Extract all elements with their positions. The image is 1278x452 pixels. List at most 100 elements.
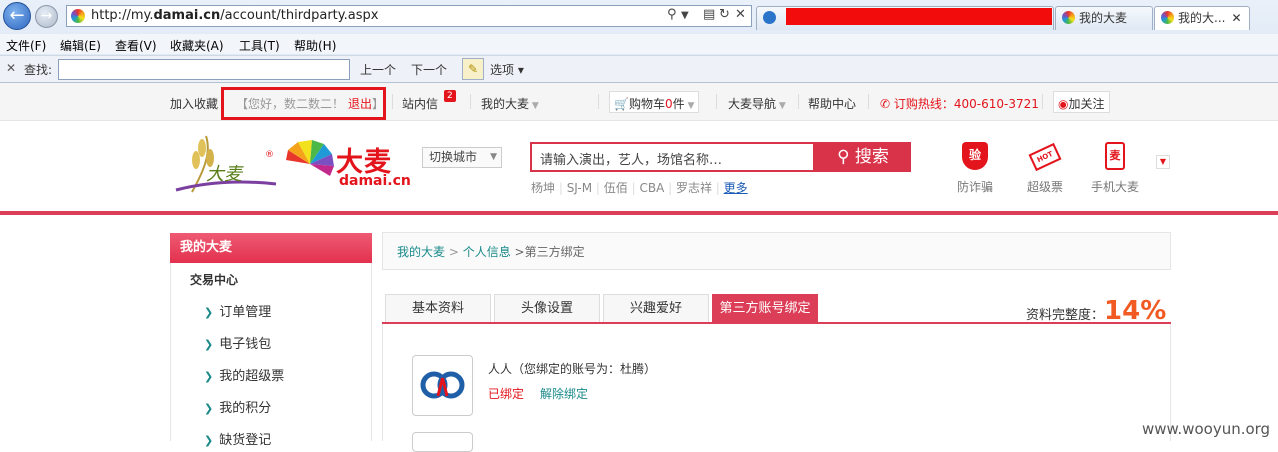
next-provider-logo bbox=[412, 432, 473, 452]
hot-term[interactable]: 杨坤 bbox=[531, 181, 555, 195]
messages-link[interactable]: 站内信 bbox=[402, 95, 438, 112]
hot-term[interactable]: SJ-M bbox=[567, 181, 592, 195]
find-options-button[interactable]: 选项 ▾ bbox=[490, 61, 524, 78]
search-input[interactable]: 请输入演出，艺人，场馆名称… bbox=[530, 142, 815, 172]
chevron-down-icon: ▼ bbox=[776, 101, 786, 111]
sidebar-title[interactable]: 我的大麦 bbox=[170, 233, 372, 263]
divider: | bbox=[711, 181, 724, 195]
back-button[interactable]: ← bbox=[3, 2, 31, 30]
help-link[interactable]: 帮助中心 bbox=[808, 95, 856, 112]
divider bbox=[716, 94, 717, 109]
phone-icon-glyph: 麦 bbox=[1105, 142, 1125, 170]
anti-fraud-link[interactable]: 验防诈骗 bbox=[945, 140, 1005, 195]
hot-term[interactable]: 罗志祥 bbox=[676, 181, 712, 195]
tab-my-damai-active[interactable]: 我的大... ✕ bbox=[1154, 6, 1250, 30]
brand-en: damai.cn bbox=[339, 173, 411, 189]
menu-help[interactable]: 帮助(H) bbox=[294, 37, 336, 54]
cart-button[interactable]: 🛒购物车0件 ▼ bbox=[609, 91, 700, 113]
divider: | bbox=[555, 181, 567, 195]
renren-icon bbox=[420, 371, 465, 399]
registered-mark: ® bbox=[265, 150, 274, 160]
header-divider bbox=[0, 211, 1278, 215]
menu-view[interactable]: 查看(V) bbox=[115, 37, 157, 54]
divider: | bbox=[664, 181, 676, 195]
bookmark-link[interactable]: 加入收藏 bbox=[170, 95, 218, 112]
menu-file[interactable]: 文件(F) bbox=[6, 37, 46, 54]
search-button[interactable]: ⚲ 搜索 bbox=[815, 142, 911, 172]
sidebar-item-orders[interactable]: ❯ 订单管理 bbox=[204, 301, 271, 320]
phone-icon: ✆ bbox=[880, 97, 891, 111]
tab-basic-info[interactable]: 基本资料 bbox=[385, 294, 491, 323]
tab-my-damai[interactable]: 我的大麦 bbox=[1055, 6, 1153, 30]
chevron-right-icon: ❯ bbox=[204, 338, 214, 351]
super-ticket-link[interactable]: HOT 超级票 bbox=[1015, 140, 1075, 195]
breadcrumb-profile[interactable]: 个人信息 bbox=[463, 245, 511, 259]
compat-view-icon[interactable]: ▤ bbox=[703, 7, 715, 22]
chevron-down-icon: ▼ bbox=[490, 152, 497, 162]
divider bbox=[392, 94, 393, 109]
service-label: 手机大麦 bbox=[1090, 180, 1139, 194]
city-switch-button[interactable]: 切换城市 ▼ bbox=[422, 147, 502, 168]
divider bbox=[470, 94, 471, 109]
refresh-icon[interactable]: ↻ bbox=[719, 7, 730, 22]
search-icon[interactable]: ⚲ bbox=[667, 7, 677, 22]
sidebar-item-super-ticket[interactable]: ❯ 我的超级票 bbox=[204, 365, 284, 384]
follow-button[interactable]: ◉加关注 bbox=[1053, 91, 1110, 113]
find-next-button[interactable]: 下一个 bbox=[411, 61, 447, 78]
more-link[interactable]: 更多 bbox=[724, 181, 748, 195]
tab-interests[interactable]: 兴趣爱好 bbox=[603, 294, 709, 323]
binding-status: 已绑定 bbox=[488, 387, 525, 401]
site-nav-menu[interactable]: 大麦导航 ▼ bbox=[728, 95, 786, 112]
message-count-badge: 2 bbox=[444, 90, 456, 102]
chevron-right-icon: ❯ bbox=[204, 402, 214, 415]
menu-edit[interactable]: 编辑(E) bbox=[60, 37, 101, 54]
unbind-link[interactable]: 解除绑定 bbox=[540, 385, 588, 402]
sidebar-item-points[interactable]: ❯ 我的积分 bbox=[204, 397, 271, 416]
address-bar[interactable]: http://my.damai.cn/account/thirdparty.as… bbox=[66, 5, 752, 27]
my-damai-label: 我的大麦 bbox=[481, 97, 530, 111]
stop-icon[interactable]: ✕ bbox=[735, 7, 746, 22]
site-favicon-icon bbox=[71, 9, 85, 23]
find-options-label: 选项 bbox=[490, 63, 515, 77]
profile-completion: 资料完整度：14% bbox=[1026, 296, 1166, 326]
find-prev-button[interactable]: 上一个 bbox=[360, 61, 396, 78]
tab-label: 我的大麦 bbox=[1079, 11, 1128, 25]
hotline-text: 订购热线：400-610-3721 bbox=[893, 97, 1039, 111]
hot-term[interactable]: CBA bbox=[639, 181, 664, 195]
service-label: 防诈骗 bbox=[956, 180, 993, 194]
close-tab-icon[interactable]: ✕ bbox=[1231, 11, 1241, 25]
weibo-icon: ◉ bbox=[1058, 97, 1069, 111]
menu-favorites[interactable]: 收藏夹(A) bbox=[170, 37, 224, 54]
sidebar-item-backorder[interactable]: ❯ 缺货登记 bbox=[204, 429, 271, 448]
search-button-label: 搜索 bbox=[854, 147, 889, 167]
close-find-icon[interactable]: ✕ bbox=[6, 61, 16, 75]
cart-count: 0 bbox=[664, 97, 673, 111]
ticket-icon-glyph: HOT bbox=[1028, 142, 1062, 172]
breadcrumb-home[interactable]: 我的大麦 bbox=[397, 245, 445, 259]
tab-avatar[interactable]: 头像设置 bbox=[494, 294, 600, 323]
menu-tools[interactable]: 工具(T) bbox=[239, 37, 280, 54]
tab-third-party[interactable]: 第三方账号绑定 bbox=[712, 294, 818, 323]
search-placeholder: 请输入演出，艺人，场馆名称… bbox=[540, 153, 723, 168]
watermark: www.wooyun.org bbox=[1142, 420, 1271, 438]
phone-icon: 麦 bbox=[1101, 140, 1129, 170]
chevron-down-icon: ▼ bbox=[684, 101, 695, 111]
redaction-bar bbox=[786, 8, 1052, 25]
mobile-damai-link[interactable]: 麦手机大麦 bbox=[1085, 140, 1145, 195]
wheat-logo-icon: 大麦 bbox=[175, 135, 277, 193]
find-input[interactable] bbox=[58, 59, 350, 80]
damai-favicon-icon bbox=[1161, 11, 1174, 24]
my-damai-menu[interactable]: 我的大麦 ▼ bbox=[481, 95, 539, 112]
chevron-down-icon[interactable]: ▼ bbox=[1156, 155, 1170, 169]
cart-unit: 件 bbox=[672, 97, 685, 111]
tab-label: 我的大... bbox=[1178, 11, 1226, 25]
sidebar-item-label: 电子钱包 bbox=[219, 337, 272, 352]
dropdown-icon[interactable]: ▼ bbox=[681, 10, 689, 21]
forward-button[interactable]: → bbox=[35, 5, 58, 28]
highlight-icon[interactable]: ✎ bbox=[462, 58, 484, 80]
sidebar-item-wallet[interactable]: ❯ 电子钱包 bbox=[204, 333, 271, 352]
hot-term[interactable]: 伍佰 bbox=[604, 181, 628, 195]
service-label: 超级票 bbox=[1026, 180, 1063, 194]
sidebar-section-trade: 交易中心 bbox=[190, 273, 239, 287]
hotline: ✆ 订购热线：400-610-3721 bbox=[880, 95, 1039, 112]
